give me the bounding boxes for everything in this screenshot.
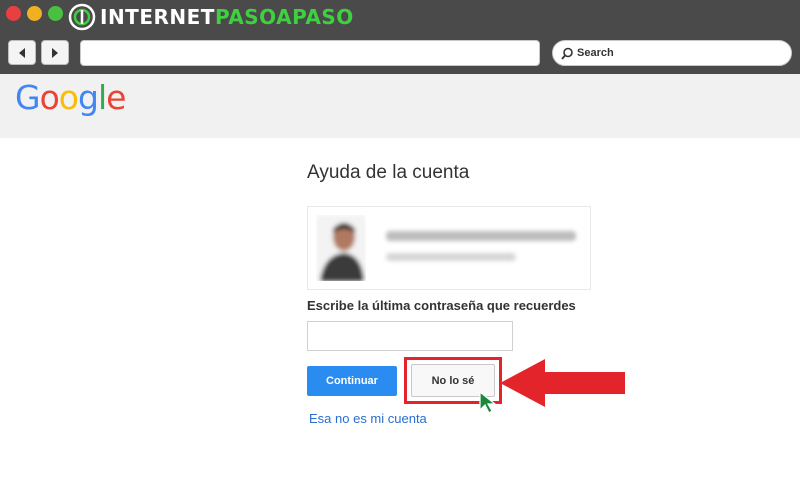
browser-toolbar: Search <box>0 34 800 74</box>
account-name-redacted <box>386 231 576 241</box>
google-logo[interactable]: Google <box>15 78 126 117</box>
page-header: Google <box>0 74 800 138</box>
address-bar[interactable] <box>80 40 540 66</box>
logo-letter: e <box>106 78 126 117</box>
brand-logo-icon <box>68 3 96 31</box>
close-window-button[interactable] <box>6 6 21 21</box>
brand-text-internet: INTERNET <box>100 5 215 29</box>
site-brand: INTERNET PASOAPASO <box>68 3 354 31</box>
avatar <box>316 215 366 281</box>
forward-button[interactable] <box>41 40 69 65</box>
search-icon <box>561 47 573 60</box>
search-placeholder: Search <box>577 47 614 59</box>
minimize-window-button[interactable] <box>27 6 42 21</box>
password-prompt-label: Escribe la última contraseña que recuerd… <box>307 298 576 313</box>
search-input[interactable]: Search <box>552 40 792 66</box>
logo-letter: l <box>97 78 107 117</box>
logo-letter: g <box>77 78 99 117</box>
logo-letter: G <box>15 78 41 117</box>
back-arrow-icon <box>19 47 25 58</box>
back-button[interactable] <box>8 40 36 65</box>
brand-text-pasoapaso: PASOAPASO <box>214 5 354 29</box>
page-title: Ayuda de la cuenta <box>307 162 470 183</box>
window-titlebar: INTERNET PASOAPASO <box>0 0 800 34</box>
account-email-redacted <box>386 253 516 261</box>
red-arrow-annotation-icon <box>500 359 625 407</box>
mouse-cursor-icon <box>479 390 497 414</box>
zoom-window-button[interactable] <box>48 6 63 21</box>
logo-letter: o <box>39 78 60 117</box>
account-card <box>307 206 591 290</box>
logo-letter: o <box>58 78 79 117</box>
continue-button[interactable]: Continuar <box>307 366 397 396</box>
not-my-account-link[interactable]: Esa no es mi cuenta <box>309 411 427 426</box>
last-password-input[interactable] <box>307 321 513 351</box>
forward-arrow-icon <box>52 47 58 58</box>
